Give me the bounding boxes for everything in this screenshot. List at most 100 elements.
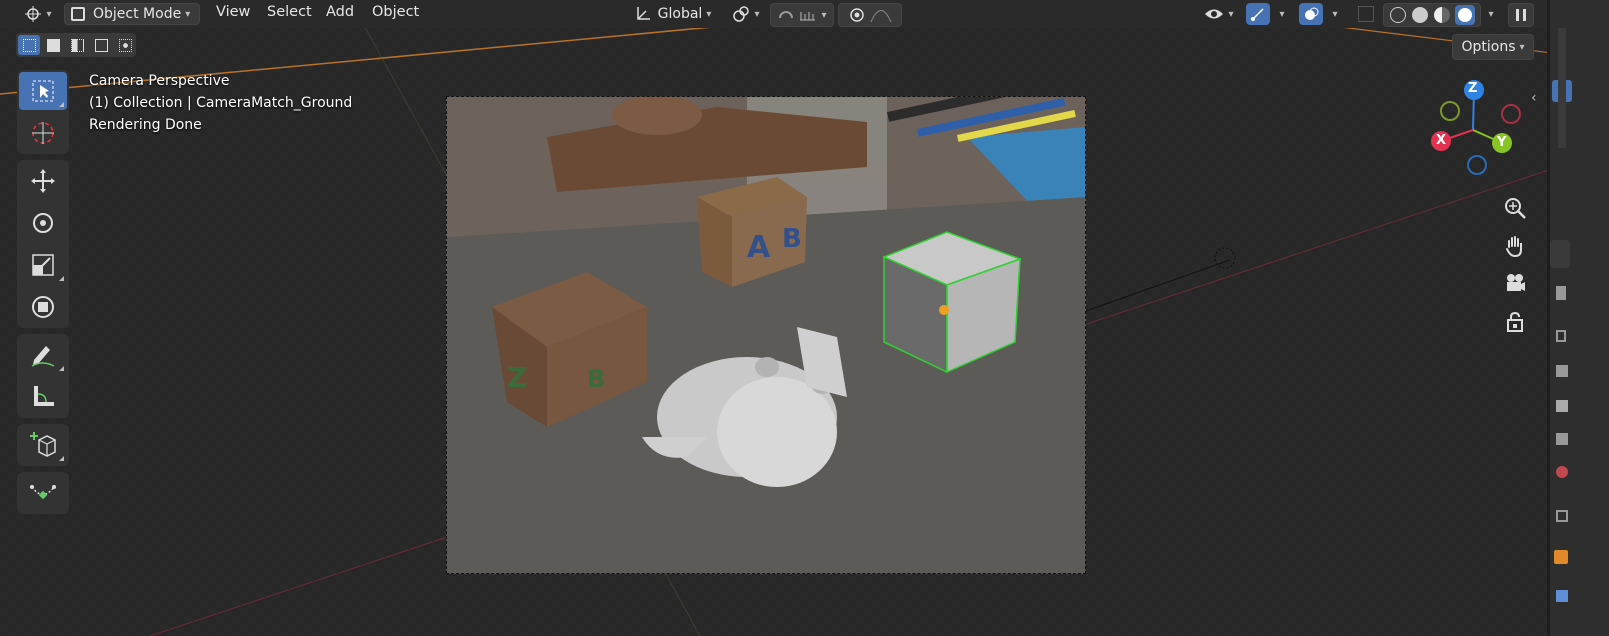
chevron-down-icon[interactable]: ▾ [1325,3,1341,25]
add-cube-icon [30,432,56,457]
properties-tab-scene-icon[interactable] [1556,400,1568,412]
solid-shading-icon[interactable] [1412,7,1428,23]
rendered-shading-icon [1458,8,1472,22]
toolbar-shear-group [17,472,69,514]
orientation-icon [636,7,650,20]
menu-view[interactable]: View [216,4,250,20]
chevron-down-icon: ▾ [821,9,827,21]
snap-magnet-icon [779,11,794,19]
y-axis-label: Y [1497,135,1507,150]
pivot-icon [733,6,750,22]
neg-x-axis-handle [1501,104,1521,124]
proportional-edit-group[interactable] [838,3,902,27]
wireframe-shading-icon[interactable] [1390,7,1406,23]
neg-z-axis-handle [1467,155,1487,175]
pencil-icon [31,346,55,367]
overlay-toggle[interactable] [1299,3,1323,25]
scale-tool[interactable] [19,246,67,284]
cursor-tool[interactable] [19,114,67,152]
properties-tab-world-sphere-icon[interactable] [1556,466,1568,478]
properties-tab-view-layer-icon[interactable] [1556,365,1568,377]
gizmo-toggle[interactable] [1246,3,1270,25]
properties-tab-world-icon[interactable] [1556,433,1568,445]
zoom-button[interactable] [1500,193,1530,223]
options-dropdown[interactable]: Options ▾ [1452,34,1534,60]
neg-y-axis-handle [1440,101,1460,121]
select-box-tool[interactable] [19,72,67,110]
select-invert-button[interactable] [90,35,112,55]
select-intersect-button[interactable] [114,35,136,55]
shear-tool[interactable] [19,474,67,512]
xray-icon [1358,6,1374,22]
pan-button[interactable] [1500,231,1530,261]
lock-camera-button[interactable] [1500,307,1530,337]
mode-label: Object Mode [93,6,182,22]
options-label: Options [1461,39,1516,55]
rotate-icon [33,213,53,233]
pivot-point-dropdown[interactable]: ▾ [728,3,764,25]
properties-tab-object-icon[interactable] [1554,550,1568,564]
select-extend-icon [46,38,60,52]
select-new-icon [22,38,36,52]
view-name-label: Camera Perspective [89,73,230,89]
svg-text:A: A [747,230,771,265]
material-shading-icon[interactable] [1434,7,1450,23]
chevron-down-icon[interactable]: ▾ [1272,3,1288,25]
render-status-label: Rendering Done [89,117,202,133]
select-subtract-icon [70,38,84,52]
sidebar-expand-icon[interactable]: ‹ [1531,90,1537,106]
hand-pan-icon [1506,236,1522,257]
properties-tab-collection-icon[interactable] [1556,510,1568,522]
chevron-down-icon: ▾ [754,8,760,20]
rotate-tool[interactable] [19,204,67,242]
chevron-down-icon: ▾ [1519,41,1525,53]
rendered-shading-button[interactable] [1455,5,1475,25]
menu-add[interactable]: Add [326,4,354,20]
object-mode-icon [71,7,85,21]
gizmo-icon [1251,8,1264,21]
snap-increment-icon [800,12,816,21]
z-axis-label: Z [1468,81,1478,96]
transform-orientation-dropdown[interactable]: Global ▾ [625,3,720,25]
move-tool[interactable] [19,162,67,200]
properties-tab-render-icon[interactable] [1556,286,1566,300]
viewport-header: ▾ Object Mode ▾ View Select Add Object G… [0,0,1609,28]
camera-view-button[interactable] [1500,268,1530,298]
chevron-down-icon: ▾ [46,8,52,20]
eye-icon [1205,9,1224,19]
annotate-tool[interactable] [19,336,67,374]
snap-group[interactable]: ▾ [770,3,834,27]
x-axis-label: X [1436,133,1447,148]
toolbar-add-group [17,424,69,466]
editor-type-button[interactable]: ▾ [18,3,58,25]
menu-object[interactable]: Object [372,4,419,20]
cursor-3d-icon [25,6,42,22]
shading-mode-group [1383,3,1481,27]
properties-tab-tool[interactable] [1550,240,1570,268]
chevron-down-icon: ▾ [185,8,191,20]
pause-icon [1516,9,1519,21]
menu-select[interactable]: Select [267,4,312,20]
measure-tool[interactable] [19,378,67,416]
pause-render-button[interactable] [1508,3,1534,27]
camera-icon [1507,274,1525,291]
scale-icon [32,254,54,276]
visibility-dropdown[interactable]: ▾ [1200,3,1238,25]
transform-tool[interactable] [19,288,67,326]
chevron-down-icon[interactable]: ▾ [1481,3,1497,25]
shear-icon [30,485,56,500]
add-cube-tool[interactable] [19,426,67,464]
mode-dropdown[interactable]: Object Mode ▾ [64,3,200,25]
properties-tab-modifier-icon[interactable] [1556,590,1568,602]
camera-view-frame[interactable]: A B Z B [446,96,1086,574]
select-subtract-button[interactable] [66,35,88,55]
svg-text:B: B [587,365,605,393]
xray-toggle[interactable] [1355,3,1377,25]
select-extend-button[interactable] [42,35,64,55]
properties-tab-output-icon[interactable] [1556,330,1566,342]
toolbar-transform-group [17,160,69,328]
svg-text:Z: Z [507,361,527,394]
camera-icon-in-scene [1214,247,1236,269]
select-new-button[interactable] [18,35,40,55]
select-intersect-icon [118,38,132,52]
